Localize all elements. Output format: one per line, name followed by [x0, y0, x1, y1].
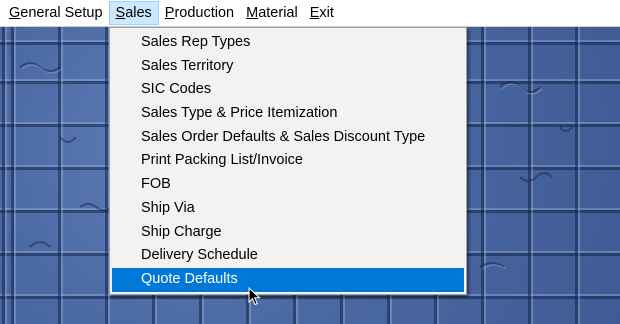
menu-item-sales-rep-types[interactable]: Sales Rep Types	[112, 31, 464, 55]
menu-item-quote-defaults[interactable]: Quote Defaults	[112, 267, 464, 292]
menu-item-ship-via[interactable]: Ship Via	[112, 197, 464, 221]
menu-sales[interactable]: Sales	[108, 1, 159, 25]
mouse-pointer-icon	[248, 287, 261, 306]
menu-item-delivery-schedule[interactable]: Delivery Schedule	[112, 244, 464, 268]
menu-item-sales-order-defaults[interactable]: Sales Order Defaults & Sales Discount Ty…	[112, 126, 464, 150]
menu-item-sic-codes[interactable]: SIC Codes	[112, 78, 464, 102]
menu-item-sales-territory[interactable]: Sales Territory	[112, 55, 464, 79]
menu-item-fob[interactable]: FOB	[112, 173, 464, 197]
menu-item-sales-type-price-itemization[interactable]: Sales Type & Price Itemization	[112, 102, 464, 126]
menu-material[interactable]: Material	[240, 1, 304, 25]
menu-general-setup[interactable]: General Setup	[3, 1, 109, 25]
menu-bar: General Setup Sales Production Material …	[0, 0, 620, 27]
menu-exit[interactable]: Exit	[304, 1, 340, 25]
menu-item-print-packing-list[interactable]: Print Packing List/Invoice	[112, 149, 464, 173]
menu-item-ship-charge[interactable]: Ship Charge	[112, 221, 464, 245]
menu-production[interactable]: Production	[159, 1, 240, 25]
sales-dropdown-menu: Sales Rep Types Sales Territory SIC Code…	[109, 27, 467, 295]
